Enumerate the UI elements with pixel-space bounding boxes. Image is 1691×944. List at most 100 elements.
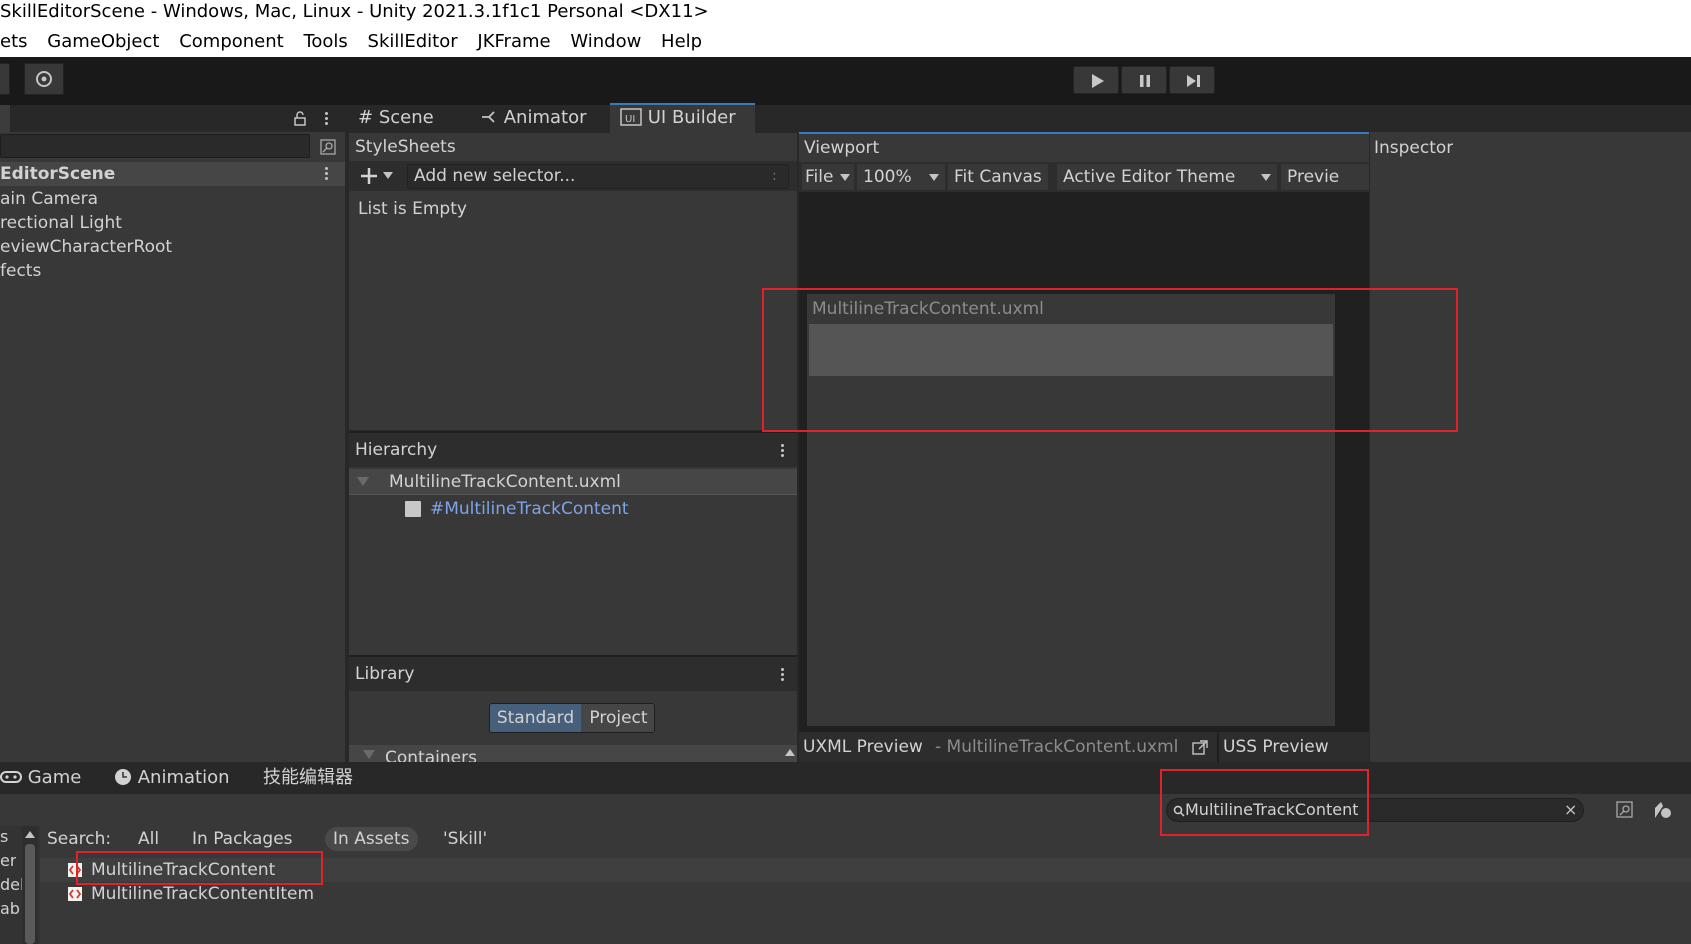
selector-shortcut: : — [772, 168, 777, 184]
menu-bar: ets GameObject Component Tools SkillEdit… — [0, 27, 1691, 57]
hierarchy-menu-icon[interactable] — [325, 110, 329, 127]
uxml-root-row[interactable]: MultilineTrackContent.uxml — [349, 469, 797, 495]
menu-window[interactable]: Window — [570, 31, 641, 52]
builder-hierarchy-panel: Hierarchy MultilineTrackContent.uxml #Mu… — [349, 433, 797, 655]
svg-text:UI: UI — [625, 114, 635, 125]
search-scope-bar: Search: All In Packages In Assets 'Skill… — [40, 826, 1691, 852]
add-stylesheet-button[interactable] — [357, 164, 395, 188]
window-title-bar: SkillEditorScene - Windows, Mac, Linux -… — [0, 0, 1691, 27]
menu-component[interactable]: Component — [179, 31, 284, 52]
foldout-arrow-icon[interactable] — [357, 477, 369, 487]
builder-hierarchy-menu-icon[interactable] — [781, 442, 785, 459]
viewport-header: Viewport — [799, 134, 1369, 162]
uxml-preview-file: - MultilineTrackContent.uxml — [935, 737, 1179, 757]
hierarchy-item-main-camera[interactable]: ain Camera — [0, 187, 98, 211]
clear-search-icon[interactable]: × — [1564, 799, 1577, 821]
search-result-row[interactable]: MultilineTrackContentItem — [40, 882, 1691, 906]
menu-assets[interactable]: ets — [0, 31, 28, 52]
hierarchy-item-effects[interactable]: fects — [0, 259, 41, 283]
step-button[interactable] — [1169, 66, 1215, 94]
bottom-tab-bar — [0, 762, 1691, 794]
visual-element-icon — [405, 501, 421, 517]
menu-gameobject[interactable]: GameObject — [47, 31, 159, 52]
scope-all[interactable]: All — [138, 828, 159, 850]
library-tab-standard[interactable]: Standard — [490, 704, 581, 732]
label-filter-icon[interactable] — [1651, 798, 1675, 822]
scope-in-assets[interactable]: In Assets — [325, 827, 418, 851]
menu-help[interactable]: Help — [661, 31, 702, 52]
active-tab-indicator — [610, 103, 755, 105]
fit-canvas-button[interactable]: Fit Canvas — [948, 164, 1048, 190]
foldout-arrow-icon — [363, 750, 375, 759]
hierarchy-item-preview-character-root[interactable]: eviewCharacterRoot — [0, 235, 172, 259]
tab-ui-builder[interactable]: UI UI Builder — [610, 103, 755, 133]
collab-button[interactable] — [24, 63, 64, 95]
play-button[interactable] — [1073, 66, 1119, 94]
grid-icon: # — [358, 107, 374, 128]
hierarchy-search-input[interactable] — [0, 134, 310, 158]
stylesheets-empty-text: List is Empty — [358, 199, 467, 219]
library-tab-project[interactable]: Project — [581, 704, 654, 732]
play-icon — [1092, 74, 1104, 88]
zoom-dropdown[interactable]: 100% — [857, 164, 945, 190]
viewport-toolbar: File 100% Fit Canvas Active Editor Theme… — [799, 162, 1369, 192]
uxml-root-name: MultilineTrackContent.uxml — [389, 472, 621, 492]
tab-animation[interactable]: Animation — [114, 763, 230, 793]
folder-fragment-3[interactable]: del — [0, 876, 24, 894]
clock-icon — [115, 769, 131, 785]
tab-animation-label: Animation — [137, 767, 230, 788]
scene-root-row[interactable]: EditorScene — [0, 162, 345, 186]
inspector-title: Inspector — [1374, 138, 1454, 158]
menu-skilleditor[interactable]: SkillEditor — [368, 31, 458, 52]
file-menu-button[interactable]: File — [802, 164, 854, 190]
tab-game[interactable]: Game — [0, 763, 81, 793]
plus-icon — [361, 168, 377, 184]
theme-value: Active Editor Theme — [1063, 167, 1236, 187]
scope-in-packages[interactable]: In Packages — [192, 828, 293, 850]
containers-label: Containers — [385, 748, 477, 762]
hierarchy-tab-header — [0, 105, 345, 132]
folder-fragment-4[interactable]: ab — [0, 900, 20, 918]
inspector-panel: Inspector — [1370, 132, 1691, 762]
uxml-preview-label[interactable]: UXML Preview — [803, 734, 923, 760]
tab-animator[interactable]: Animator — [480, 103, 587, 133]
open-external-icon[interactable] — [1191, 739, 1209, 757]
lock-icon[interactable] — [292, 111, 308, 127]
window-title: SkillEditorScene - Windows, Mac, Linux -… — [0, 1, 709, 22]
selector-input[interactable]: Add new selector... : — [407, 164, 789, 189]
hierarchy-tab[interactable] — [0, 105, 10, 132]
scene-menu-icon[interactable] — [325, 165, 329, 182]
folder-fragment-2[interactable]: er — [0, 852, 16, 870]
tab-scene[interactable]: # Scene — [358, 103, 434, 133]
highlight-box-canvas — [762, 288, 1458, 432]
tab-game-label: Game — [27, 767, 82, 788]
folder-tree-scrollbar[interactable] — [22, 826, 38, 944]
search-scene-icon[interactable] — [318, 137, 338, 157]
tab-ui-builder-label: UI Builder — [647, 107, 736, 128]
toolbar-left-button[interactable] — [0, 63, 10, 95]
chevron-down-icon — [840, 174, 850, 181]
containers-foldout[interactable]: Containers — [349, 745, 797, 762]
preview-toggle[interactable]: Previe — [1281, 164, 1369, 190]
uxml-child-row[interactable]: #MultilineTrackContent — [349, 496, 797, 522]
search-by-type-icon[interactable] — [1614, 799, 1636, 821]
menu-tools[interactable]: Tools — [303, 31, 347, 52]
chevron-down-icon — [1261, 174, 1271, 181]
chevron-down-icon — [929, 174, 939, 181]
pause-icon — [1140, 75, 1150, 87]
uss-preview-label[interactable]: USS Preview — [1223, 734, 1329, 760]
menu-jkframe[interactable]: JKFrame — [477, 31, 550, 52]
chevron-down-icon — [383, 172, 393, 179]
hierarchy-item-directional-light[interactable]: rectional Light — [0, 211, 122, 235]
folder-fragment-1[interactable]: s — [0, 828, 8, 846]
scroll-up-icon[interactable] — [785, 748, 795, 756]
tab-skill-editor[interactable]: 技能编辑器 — [263, 763, 353, 793]
scrollbar-thumb[interactable] — [25, 844, 35, 944]
scroll-up-icon[interactable] — [25, 830, 35, 838]
animator-icon — [482, 111, 495, 123]
highlight-box-result — [76, 851, 323, 885]
scope-skill-folder[interactable]: 'Skill' — [443, 828, 487, 850]
pause-button[interactable] — [1121, 66, 1167, 94]
library-menu-icon[interactable] — [781, 666, 785, 683]
theme-dropdown[interactable]: Active Editor Theme — [1057, 164, 1277, 190]
